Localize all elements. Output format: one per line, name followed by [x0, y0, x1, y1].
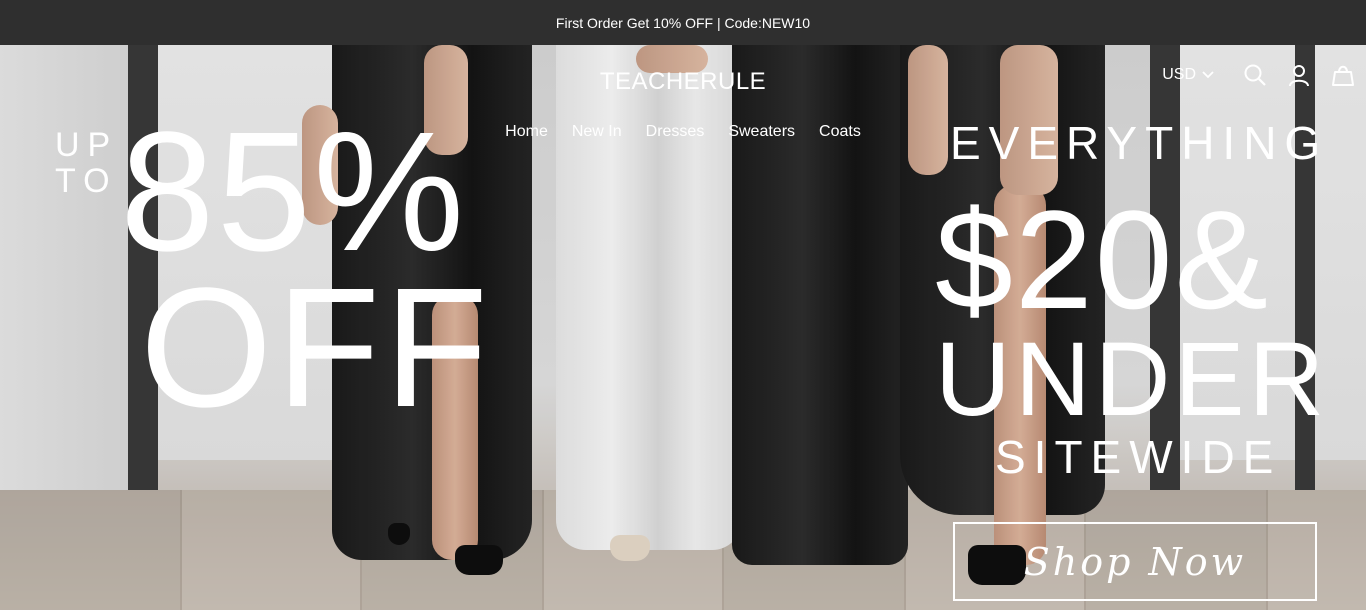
header-tools: USD — [1162, 62, 1356, 88]
nav-item-coats[interactable]: Coats — [807, 123, 873, 141]
promo-off: OFF — [140, 253, 492, 443]
nav-item-new-in[interactable]: New In — [560, 123, 634, 141]
promo-to: TO — [55, 162, 118, 200]
promo-up: UP — [55, 126, 119, 164]
currency-selector[interactable]: USD — [1162, 66, 1214, 84]
site-logo[interactable]: TEACHERULE — [0, 68, 1366, 96]
account-icon[interactable] — [1286, 62, 1312, 88]
promo-sitewide: SITEWIDE — [995, 431, 1282, 483]
chevron-down-icon — [1202, 71, 1214, 79]
search-icon[interactable] — [1242, 62, 1268, 88]
promo-up-to: UP TO — [55, 127, 118, 199]
announcement-text: First Order Get 10% OFF | Code:NEW10 — [555, 14, 811, 31]
hero-banner[interactable]: TEACHERULE Home New In Dresses Sweaters … — [0, 45, 1366, 610]
promo-everything: EVERYTHING — [950, 117, 1329, 169]
announcement-bar: First Order Get 10% OFF | Code:NEW10 — [0, 0, 1366, 45]
currency-label: USD — [1162, 66, 1196, 83]
cart-icon[interactable] — [1330, 62, 1356, 88]
promo-price: $20& — [935, 181, 1270, 338]
shop-now-button[interactable]: Shop Now — [953, 522, 1317, 601]
shop-now-label: Shop Now — [1023, 539, 1247, 584]
nav-item-home[interactable]: Home — [493, 123, 560, 141]
promo-under: UNDER — [935, 321, 1329, 438]
nav-item-sweaters[interactable]: Sweaters — [716, 123, 807, 141]
nav-item-dresses[interactable]: Dresses — [634, 123, 717, 141]
promo-percent: 85% — [120, 97, 467, 287]
